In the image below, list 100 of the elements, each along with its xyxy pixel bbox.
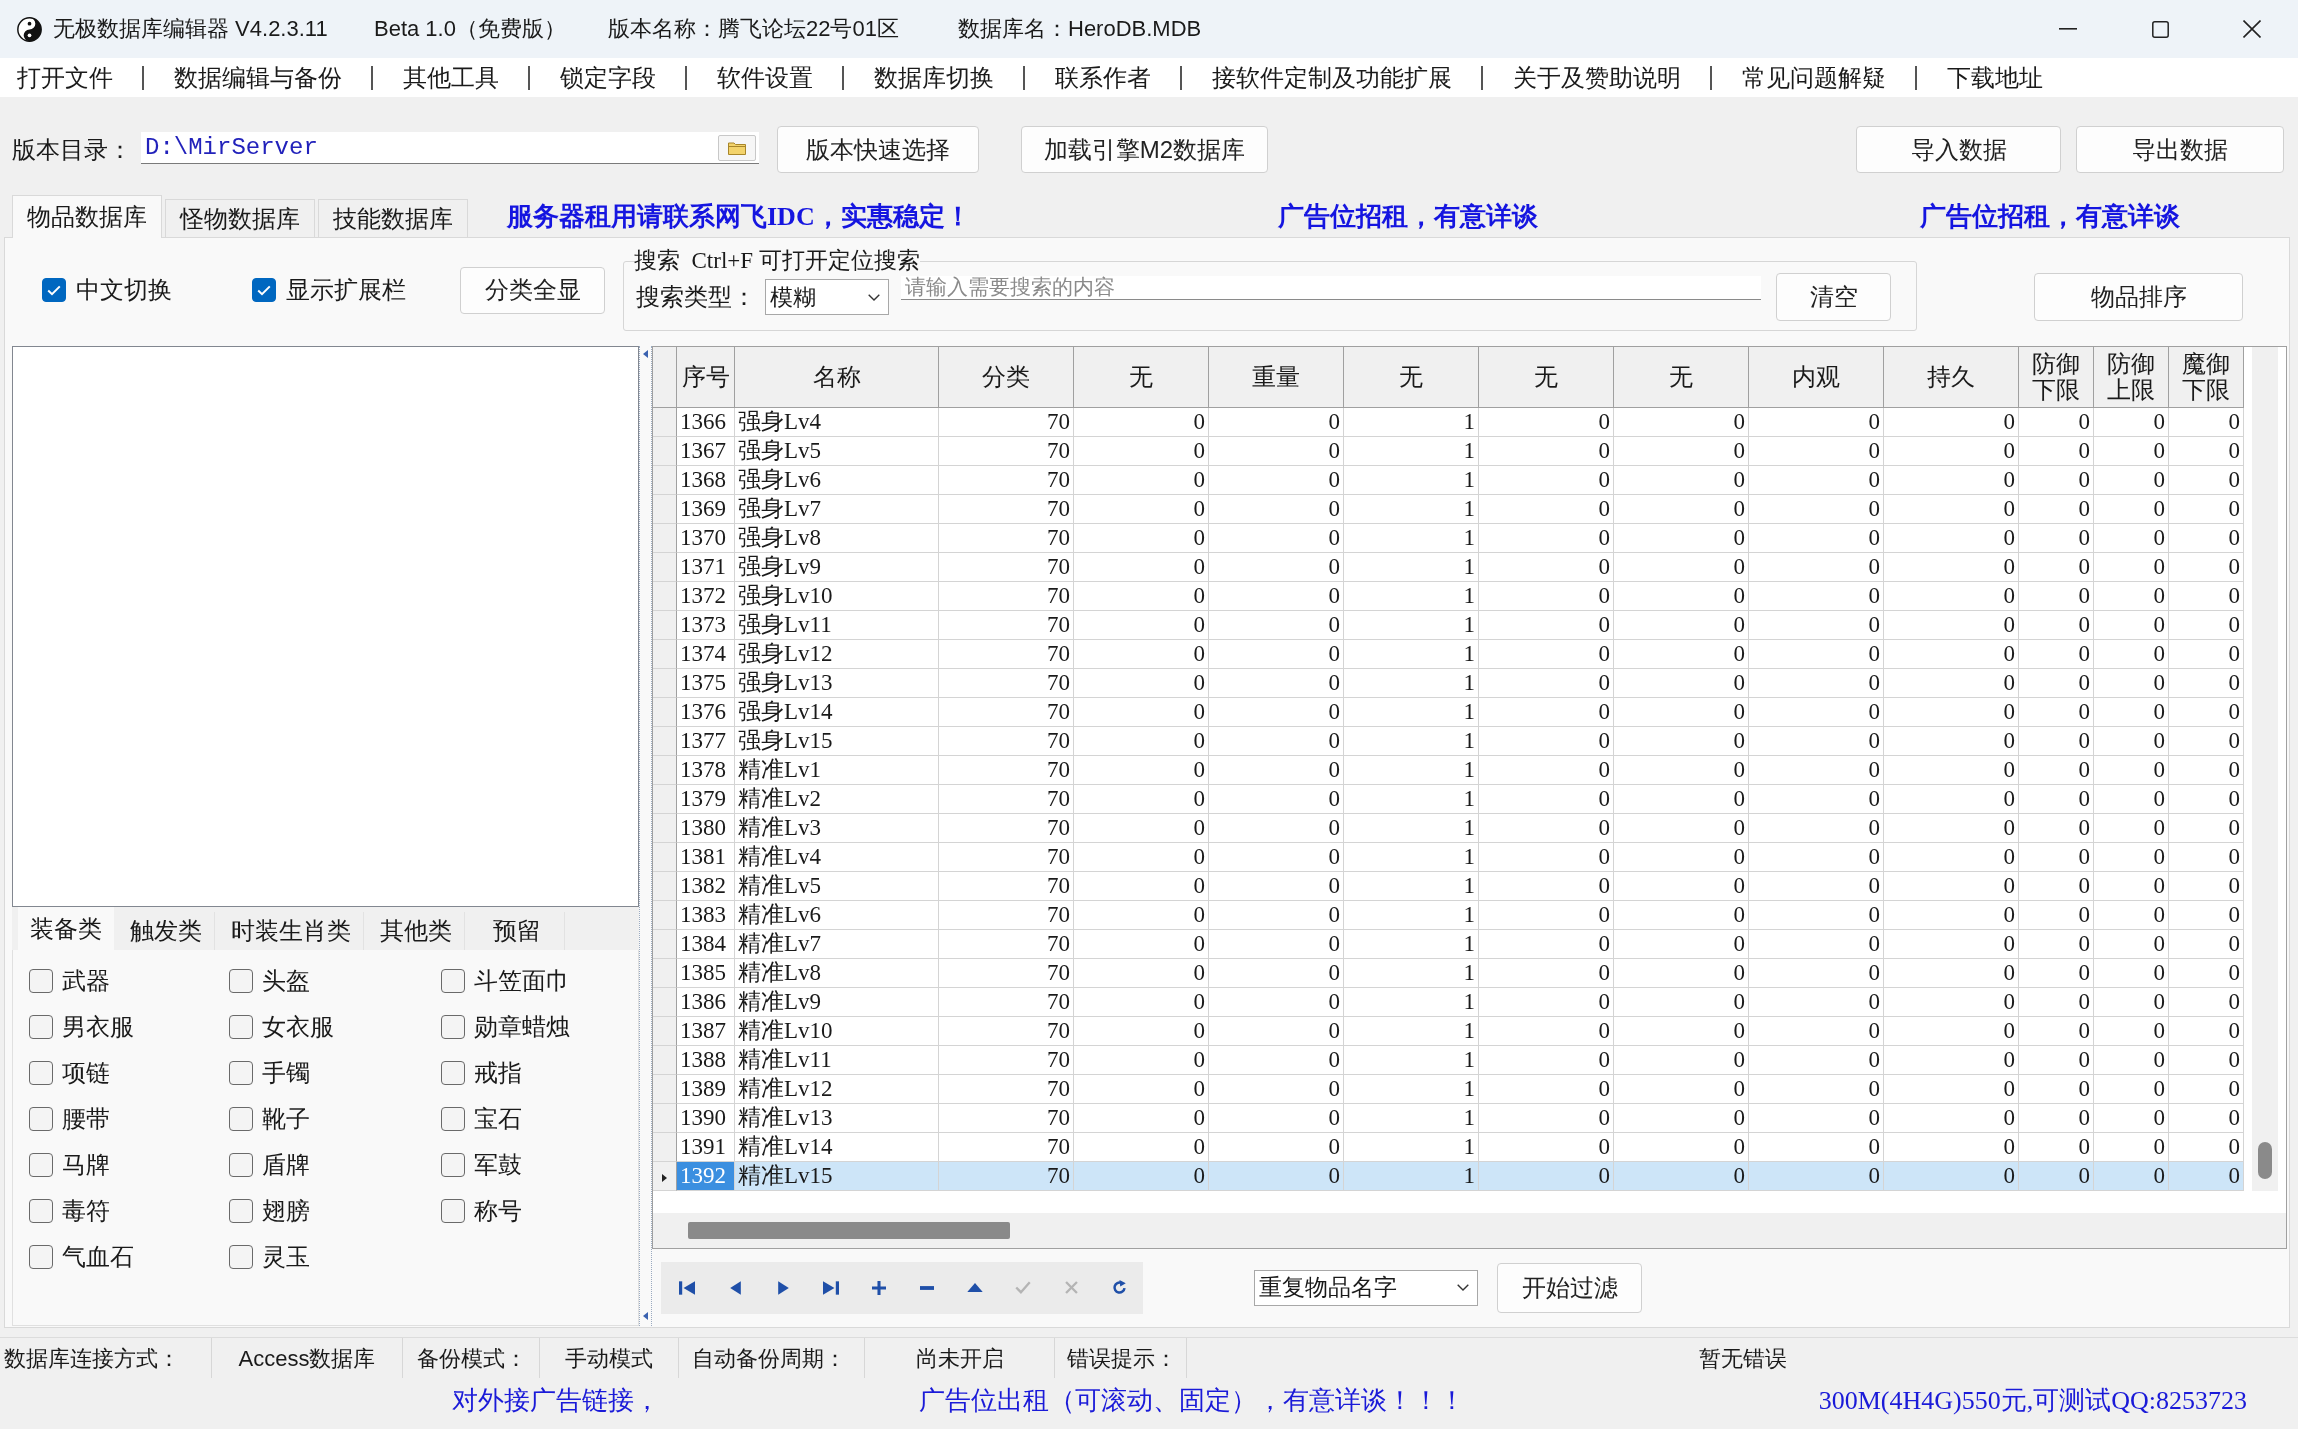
category-checkbox[interactable]: 女衣服 [229, 1004, 441, 1050]
table-row[interactable]: 1390 精准Lv13 70 0 0 1 0 0 0 0 0 0 0 [653, 1104, 2244, 1133]
menu-item[interactable]: 下载地址 [1947, 61, 2043, 94]
category-checkbox[interactable]: 灵玉 [229, 1234, 441, 1280]
checkbox-icon[interactable] [229, 1245, 253, 1269]
table-row[interactable]: 1370 强身Lv8 70 0 0 1 0 0 0 0 0 0 0 [653, 524, 2244, 553]
checkbox-icon[interactable] [29, 1245, 53, 1269]
table-row[interactable]: 1385 精准Lv8 70 0 0 1 0 0 0 0 0 0 0 [653, 959, 2244, 988]
checkbox-icon[interactable] [441, 1199, 465, 1223]
category-checkbox[interactable]: 宝石 [441, 1096, 638, 1142]
table-row[interactable]: 1386 精准Lv9 70 0 0 1 0 0 0 0 0 0 0 [653, 988, 2244, 1017]
checkbox-icon[interactable] [229, 1015, 253, 1039]
category-checkbox[interactable]: 斗笠面巾 [441, 958, 638, 1004]
checkbox-icon[interactable] [29, 1107, 53, 1131]
left-triangle-icon[interactable] [729, 1279, 741, 1296]
search-field[interactable]: 请输入需要搜索的内容 [901, 276, 1761, 300]
table-row[interactable]: 1384 精准Lv7 70 0 0 1 0 0 0 0 0 0 0 [653, 930, 2244, 959]
browse-button[interactable] [718, 134, 756, 161]
category-checkbox[interactable]: 头盔 [229, 958, 441, 1004]
table-row[interactable]: 1388 精准Lv11 70 0 0 1 0 0 0 0 0 0 0 [653, 1046, 2244, 1075]
menu-item[interactable]: 数据库切换 [874, 61, 994, 94]
database-tab[interactable]: 怪物数据库 [165, 199, 315, 237]
column-header[interactable]: 无 [1074, 347, 1209, 408]
category-tab[interactable]: 装备类 [18, 907, 114, 950]
filter-button[interactable]: 开始过滤 [1497, 1262, 1642, 1313]
table-row[interactable]: 1372 强身Lv10 70 0 0 1 0 0 0 0 0 0 0 [653, 582, 2244, 611]
checkbox-icon[interactable] [29, 969, 53, 993]
checkbox-icon[interactable] [252, 278, 276, 302]
export-button[interactable]: 导出数据 [2076, 126, 2284, 173]
table-row[interactable]: 1387 精准Lv10 70 0 0 1 0 0 0 0 0 0 0 [653, 1017, 2244, 1046]
table-row[interactable]: 1366 强身Lv4 70 0 0 1 0 0 0 0 0 0 0 [653, 408, 2244, 437]
table-row[interactable]: 1380 精准Lv3 70 0 0 1 0 0 0 0 0 0 0 [653, 814, 2244, 843]
menu-item[interactable]: 锁定字段 [560, 61, 656, 94]
column-header[interactable]: 无 [1479, 347, 1614, 408]
menu-item[interactable]: 关于及赞助说明 [1513, 61, 1681, 94]
category-checkbox[interactable]: 腰带 [29, 1096, 229, 1142]
table-row[interactable]: 1373 强身Lv11 70 0 0 1 0 0 0 0 0 0 0 [653, 611, 2244, 640]
version-select-button[interactable]: 版本快速选择 [777, 126, 979, 173]
column-header[interactable]: 名称 [735, 347, 939, 408]
column-header[interactable]: 防御下限 [2019, 347, 2094, 408]
sort-button[interactable]: 物品排序 [2034, 273, 2243, 321]
database-tab[interactable]: 技能数据库 [318, 199, 468, 237]
right-triangle-icon[interactable] [777, 1279, 789, 1296]
table-row[interactable]: 1383 精准Lv6 70 0 0 1 0 0 0 0 0 0 0 [653, 901, 2244, 930]
column-header[interactable]: 序号 [677, 347, 735, 408]
database-tab[interactable]: 物品数据库 [12, 195, 162, 238]
option-checkbox[interactable]: 中文切换 [42, 274, 252, 306]
vertical-scrollbar[interactable] [2252, 347, 2278, 1191]
plus-icon[interactable] [872, 1280, 886, 1295]
checkbox-icon[interactable] [229, 1199, 253, 1223]
column-header[interactable]: 分类 [939, 347, 1074, 408]
checkbox-icon[interactable] [229, 1061, 253, 1085]
table-row[interactable]: 1392 精准Lv15 70 0 0 1 0 0 0 0 0 0 0 [653, 1162, 2244, 1191]
option-checkbox[interactable]: 显示扩展栏 [252, 274, 460, 306]
table-row[interactable]: 1389 精准Lv12 70 0 0 1 0 0 0 0 0 0 0 [653, 1075, 2244, 1104]
menu-item[interactable]: 接软件定制及功能扩展 [1212, 61, 1452, 94]
minus-icon[interactable] [920, 1285, 934, 1290]
column-header[interactable]: 重量 [1209, 347, 1344, 408]
checkbox-icon[interactable] [441, 1061, 465, 1085]
up-triangle-icon[interactable] [967, 1283, 983, 1292]
show-all-button[interactable]: 分类全显 [460, 266, 605, 314]
checkbox-icon[interactable] [441, 1015, 465, 1039]
checkbox-icon[interactable] [441, 1107, 465, 1131]
checkbox-icon[interactable] [229, 1107, 253, 1131]
maximize-icon[interactable] [2151, 20, 2169, 38]
table-row[interactable]: 1374 强身Lv12 70 0 0 1 0 0 0 0 0 0 0 [653, 640, 2244, 669]
left-triangle-icon[interactable] [643, 1312, 648, 1320]
clear-button[interactable]: 清空 [1776, 273, 1891, 321]
checkbox-icon[interactable] [29, 1199, 53, 1223]
table-row[interactable]: 1376 强身Lv14 70 0 0 1 0 0 0 0 0 0 0 [653, 698, 2244, 727]
category-checkbox[interactable]: 军鼓 [441, 1142, 638, 1188]
category-checkbox[interactable]: 称号 [441, 1188, 638, 1234]
load-database-button[interactable]: 加载引擎M2数据库 [1021, 126, 1268, 173]
column-header[interactable]: 无 [1344, 347, 1479, 408]
skip-forward-icon[interactable] [823, 1279, 839, 1296]
left-triangle-icon[interactable] [643, 350, 648, 358]
folder-icon[interactable] [728, 140, 746, 155]
checkbox-icon[interactable] [229, 969, 253, 993]
scrollbar-thumb[interactable] [688, 1222, 1010, 1239]
caret-icon[interactable] [1457, 1284, 1469, 1291]
menu-item[interactable]: 联系作者 [1055, 61, 1151, 94]
checkbox-icon[interactable] [229, 1153, 253, 1177]
import-button[interactable]: 导入数据 [1856, 126, 2061, 173]
table-row[interactable]: 1381 精准Lv4 70 0 0 1 0 0 0 0 0 0 0 [653, 843, 2244, 872]
filter-dropdown[interactable]: 重复物品名字 [1254, 1269, 1478, 1306]
directory-field[interactable]: D:\MirServer [141, 132, 759, 164]
column-header[interactable]: 无 [1614, 347, 1749, 408]
minimize-icon[interactable] [2059, 28, 2077, 30]
category-checkbox[interactable]: 翅膀 [229, 1188, 441, 1234]
column-header[interactable]: 防御上限 [2094, 347, 2169, 408]
checkbox-icon[interactable] [441, 1153, 465, 1177]
category-checkbox[interactable]: 戒指 [441, 1050, 638, 1096]
table-row[interactable]: 1378 精准Lv1 70 0 0 1 0 0 0 0 0 0 0 [653, 756, 2244, 785]
table-row[interactable]: 1391 精准Lv14 70 0 0 1 0 0 0 0 0 0 0 [653, 1133, 2244, 1162]
category-checkbox[interactable]: 武器 [29, 958, 229, 1004]
checkbox-icon[interactable] [29, 1015, 53, 1039]
table-row[interactable]: 1379 精准Lv2 70 0 0 1 0 0 0 0 0 0 0 [653, 785, 2244, 814]
menu-item[interactable]: 常见问题解疑 [1742, 61, 1886, 94]
category-checkbox[interactable]: 男衣服 [29, 1004, 229, 1050]
category-checkbox[interactable]: 靴子 [229, 1096, 441, 1142]
